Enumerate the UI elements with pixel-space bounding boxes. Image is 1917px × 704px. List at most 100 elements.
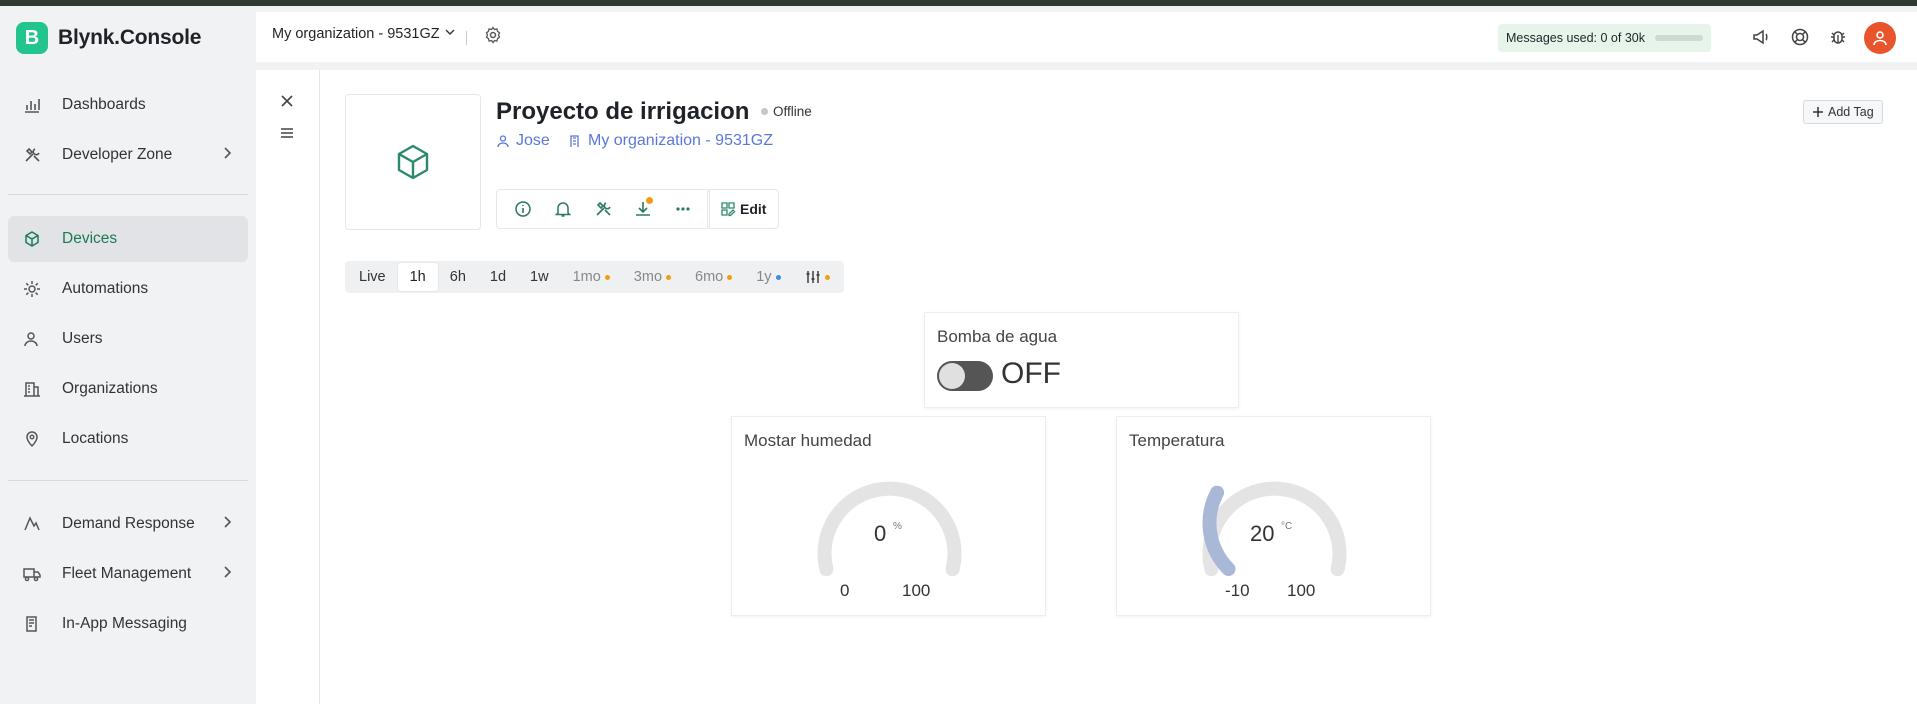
avatar[interactable] (1864, 22, 1896, 54)
status-text: Offline (773, 104, 812, 119)
header-divider (466, 31, 467, 45)
organization-selector[interactable]: My organization - 9531GZ (272, 26, 456, 42)
sidebar-item-in-app-messaging[interactable]: In-App Messaging (8, 601, 248, 647)
range-live[interactable]: Live (347, 263, 398, 291)
range-label: 6h (449, 269, 466, 285)
status-badge: Offline (761, 104, 812, 119)
sidebar-item-organizations[interactable]: Organizations (8, 366, 248, 412)
more-options-button[interactable] (663, 191, 703, 227)
organization-name: My organization - 9531GZ (272, 26, 440, 42)
sidebar-item-devices[interactable]: Devices (8, 216, 248, 262)
gear-icon[interactable] (484, 26, 502, 49)
sidebar-item-label: Organizations (62, 380, 158, 397)
left-rail (256, 70, 320, 704)
premium-dot (727, 274, 733, 280)
edit-dashboard-icon (721, 202, 736, 217)
widget-switch: Bomba de agua OFF (924, 312, 1239, 408)
window-top-strip (0, 0, 1917, 6)
range-1d[interactable]: 1d (478, 263, 518, 291)
device-page: Proyecto de irrigacion Offline Jose My o… (256, 70, 1917, 704)
megaphone-icon[interactable] (1751, 27, 1771, 52)
sidebar-item-label: Dashboards (62, 96, 146, 113)
gauge-dial (1202, 481, 1347, 577)
range-3mo[interactable]: 3mo (622, 263, 683, 291)
range-1h[interactable]: 1h (397, 263, 438, 291)
building-icon (570, 135, 579, 147)
sidebar-item-demand-response[interactable]: Demand Response (8, 501, 248, 547)
tools-icon (22, 145, 42, 165)
gauge-dial (817, 481, 962, 577)
device-owner-link[interactable]: Jose (496, 132, 550, 150)
download-button[interactable] (623, 191, 663, 227)
sidebar-item-developer-zone[interactable]: Developer Zone (8, 132, 248, 178)
custom-range-button[interactable] (793, 263, 842, 291)
edit-button[interactable]: Edit (707, 189, 780, 229)
gauge-min: -10 (1225, 581, 1250, 600)
plus-icon (1813, 107, 1823, 117)
premium-dot (824, 274, 830, 280)
gauge-min: 0 (840, 581, 850, 600)
sidebar-item-users[interactable]: Users (8, 316, 248, 362)
sidebar-divider (8, 480, 248, 481)
chevron-right-icon (220, 565, 234, 584)
close-icon[interactable] (278, 92, 296, 115)
range-label: 1y (756, 269, 772, 285)
device-organization-link[interactable]: My organization - 9531GZ (568, 132, 773, 150)
device-image[interactable] (345, 94, 481, 230)
menu-icon[interactable] (278, 124, 296, 147)
help-lifebuoy-icon[interactable] (1790, 27, 1810, 52)
users-icon (22, 329, 42, 349)
gauge-unit: °C (1281, 521, 1293, 532)
toggle-state: OFF (1001, 357, 1061, 390)
status-dot (761, 108, 768, 115)
edit-label: Edit (740, 201, 767, 217)
sidebar-item-label: Fleet Management (62, 565, 192, 582)
top-header: My organization - 9531GZ Messages used: … (256, 12, 1917, 62)
gauge-track (1202, 481, 1347, 577)
water-pump-toggle[interactable] (937, 361, 993, 391)
message-icon (22, 614, 42, 634)
gauge-unit: % (893, 521, 902, 532)
range-label: 6mo (695, 269, 724, 285)
range-1mo[interactable]: 1mo (561, 263, 622, 291)
range-label: 1h (409, 269, 426, 285)
notifications-button[interactable] (543, 191, 583, 227)
device-organization: My organization - 9531GZ (588, 132, 773, 149)
add-tag-button[interactable]: Add Tag (1803, 100, 1883, 124)
sidebar-item-label: Users (62, 330, 103, 347)
truck-icon (22, 564, 42, 584)
range-6mo[interactable]: 6mo (683, 263, 744, 291)
range-label: 1d (489, 269, 507, 285)
premium-dot (775, 274, 781, 280)
range-label: 1w (530, 269, 549, 285)
building-icon (22, 379, 42, 399)
range-6h[interactable]: 6h (438, 263, 478, 291)
range-label: 3mo (633, 269, 663, 285)
developer-tools-button[interactable] (583, 191, 623, 227)
widget-title: Bomba de agua (937, 327, 1058, 346)
info-button[interactable] (503, 191, 543, 227)
sidebar-item-locations[interactable]: Locations (8, 416, 248, 462)
logo-mark: B (16, 22, 48, 54)
chevron-down-icon (444, 26, 456, 42)
sidebar-item-label: Automations (62, 280, 149, 297)
sidebar-item-dashboards[interactable]: Dashboards (8, 82, 248, 128)
gauge-max: 100 (1287, 581, 1316, 600)
sidebar-item-fleet-management[interactable]: Fleet Management (8, 551, 248, 597)
location-pin-icon (22, 429, 42, 449)
range-1w[interactable]: 1w (518, 263, 561, 291)
chevron-right-icon (220, 515, 234, 534)
add-tag-label: Add Tag (1828, 105, 1874, 119)
messages-usage-badge[interactable]: Messages used: 0 of 30k (1498, 24, 1711, 52)
tools-icon (596, 201, 611, 216)
bug-icon[interactable] (1828, 27, 1848, 52)
range-1y[interactable]: 1y (744, 263, 792, 291)
more-horizontal-icon (676, 207, 690, 211)
logo-text: Blynk.Console (58, 26, 202, 49)
premium-dot (666, 274, 672, 280)
bell-icon (554, 202, 572, 217)
gauge-value: 0 (874, 521, 887, 546)
range-label: Live (359, 269, 386, 285)
app-logo[interactable]: B Blynk.Console (16, 22, 201, 54)
sidebar-item-automations[interactable]: Automations (8, 266, 248, 312)
